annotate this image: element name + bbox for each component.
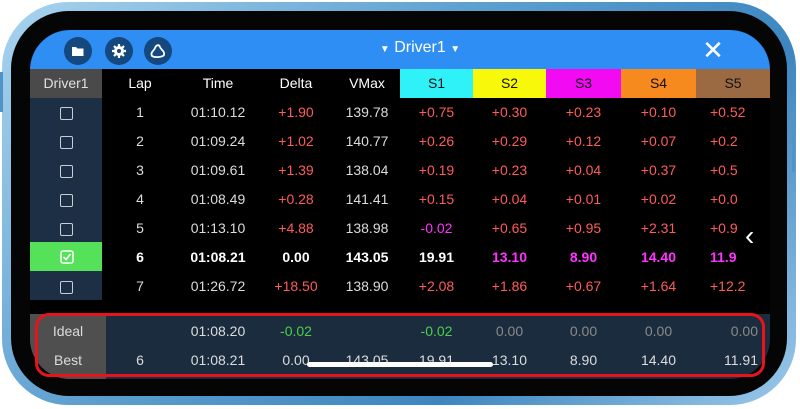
lap-cell: 7 (136, 278, 144, 294)
time-cell: 01:09.61 (190, 162, 246, 178)
lap-cell: 3 (136, 162, 144, 178)
vmax-cell: 140.77 (345, 133, 389, 149)
lap-checkbox[interactable] (60, 136, 73, 149)
vmax-cell: 143.05 (345, 249, 389, 265)
s5-cell: 11.9 (710, 249, 737, 265)
lap-cell: 5 (136, 220, 144, 236)
s5-cell: +0.52 (710, 104, 746, 120)
header-s4[interactable]: S4 (621, 69, 696, 98)
s2-cell: +0.65 (491, 220, 528, 236)
home-indicator[interactable] (307, 362, 493, 367)
time-cell: 01:08.21 (190, 249, 246, 265)
lap-checkbox[interactable] (60, 165, 73, 178)
chevron-down-icon: ▼ (379, 44, 390, 55)
header-s1[interactable]: S1 (400, 69, 473, 98)
time-cell: 01:08.49 (190, 191, 246, 207)
settings-button[interactable] (105, 37, 133, 65)
header-s2[interactable]: S2 (473, 69, 546, 98)
gear-icon (112, 44, 126, 58)
phone-side-button (0, 72, 3, 112)
delta-cell: +1.02 (278, 133, 314, 149)
lap-cell: 1 (136, 104, 144, 120)
lap-checkbox[interactable] (60, 223, 73, 236)
vmax-cell: 141.41 (345, 191, 389, 207)
s1-cell: +0.15 (418, 191, 455, 207)
header-s3[interactable]: S3 (546, 69, 621, 98)
s5-cell: +0.5 (710, 162, 738, 178)
s2-cell: 13.10 (491, 249, 528, 265)
s3-cell: +0.12 (565, 133, 602, 149)
header-vmax[interactable]: VMax (334, 69, 400, 98)
s3-cell: +0.01 (565, 191, 602, 207)
s1-cell: +0.19 (418, 162, 455, 178)
s1-cell: +2.08 (418, 278, 455, 294)
s5-cell: +0.9 (710, 220, 738, 236)
close-button[interactable]: ✕ (698, 35, 728, 65)
s1-cell: 19.91 (418, 249, 455, 265)
track-button[interactable] (144, 37, 172, 65)
s2-cell: +0.04 (491, 191, 528, 207)
s4-cell: +0.10 (640, 104, 677, 120)
folder-button[interactable] (64, 37, 92, 65)
track-map-icon (150, 44, 166, 58)
s3-cell: +0.04 (565, 162, 602, 178)
chevron-left-icon[interactable]: ‹ (745, 222, 754, 250)
s4-cell: +0.37 (640, 162, 677, 178)
delta-cell: +0.28 (278, 191, 314, 207)
header-lap[interactable]: Lap (102, 69, 178, 98)
time-cell: 01:09.24 (190, 133, 246, 149)
s3-cell: +0.23 (565, 104, 602, 120)
s5-cell: +0.0 (710, 191, 738, 207)
vmax-cell: 139.78 (345, 104, 389, 120)
s4-cell: +0.07 (640, 133, 677, 149)
lap-cell: 2 (136, 133, 144, 149)
close-icon: ✕ (702, 35, 724, 65)
delta-cell: +18.50 (274, 278, 318, 294)
s3-cell: +0.67 (565, 278, 602, 294)
s4-cell: +2.31 (640, 220, 677, 236)
s5-cell: +12.2 (710, 278, 746, 294)
s4-cell: +0.02 (640, 191, 677, 207)
lap-cell: 4 (136, 191, 144, 207)
header-time[interactable]: Time (178, 69, 258, 98)
delta-cell: +4.88 (278, 220, 314, 236)
driver-selector[interactable]: ▼ Driver1 ▼ (350, 39, 490, 57)
s1-cell: -0.02 (420, 220, 453, 236)
time-cell: 01:13.10 (190, 220, 246, 236)
lap-checkbox[interactable] (60, 194, 73, 207)
top-toolbar: ▼ Driver1 ▼ ✕ (30, 30, 770, 69)
vmax-cell: 138.90 (345, 278, 389, 294)
time-cell: 01:26.72 (190, 278, 246, 294)
s2-cell: +1.86 (491, 278, 528, 294)
s1-cell: +0.75 (418, 104, 455, 120)
header-driver[interactable]: Driver1 (30, 69, 102, 98)
delta-cell: +1.90 (278, 104, 314, 120)
lap-cell: 6 (136, 249, 144, 265)
s2-cell: +0.29 (491, 133, 528, 149)
s1-cell: +0.26 (418, 133, 455, 149)
lap-checkbox[interactable] (60, 107, 73, 120)
window-title: Driver1 (394, 39, 446, 56)
delta-cell: 0.00 (282, 249, 310, 265)
highlight-outline (35, 313, 765, 377)
s5-cell: +0.2 (710, 133, 738, 149)
vmax-cell: 138.04 (345, 162, 389, 178)
s4-cell: 14.40 (640, 249, 677, 265)
s2-cell: +0.30 (491, 104, 528, 120)
time-cell: 01:10.12 (190, 104, 246, 120)
folder-icon (72, 47, 84, 56)
delta-cell: +1.39 (278, 162, 314, 178)
s3-cell: 8.90 (569, 249, 598, 265)
chevron-down-icon: ▼ (450, 44, 461, 55)
s2-cell: +0.23 (491, 162, 528, 178)
vmax-cell: 138.98 (345, 220, 389, 236)
phone-side-button (792, 112, 795, 172)
header-s5[interactable]: S5 (696, 69, 770, 98)
checkbox-checked-icon[interactable] (60, 250, 74, 264)
lap-checkbox[interactable] (60, 281, 73, 294)
header-delta[interactable]: Delta (258, 69, 334, 98)
s3-cell: +0.95 (565, 220, 602, 236)
s4-cell: +1.64 (640, 278, 677, 294)
